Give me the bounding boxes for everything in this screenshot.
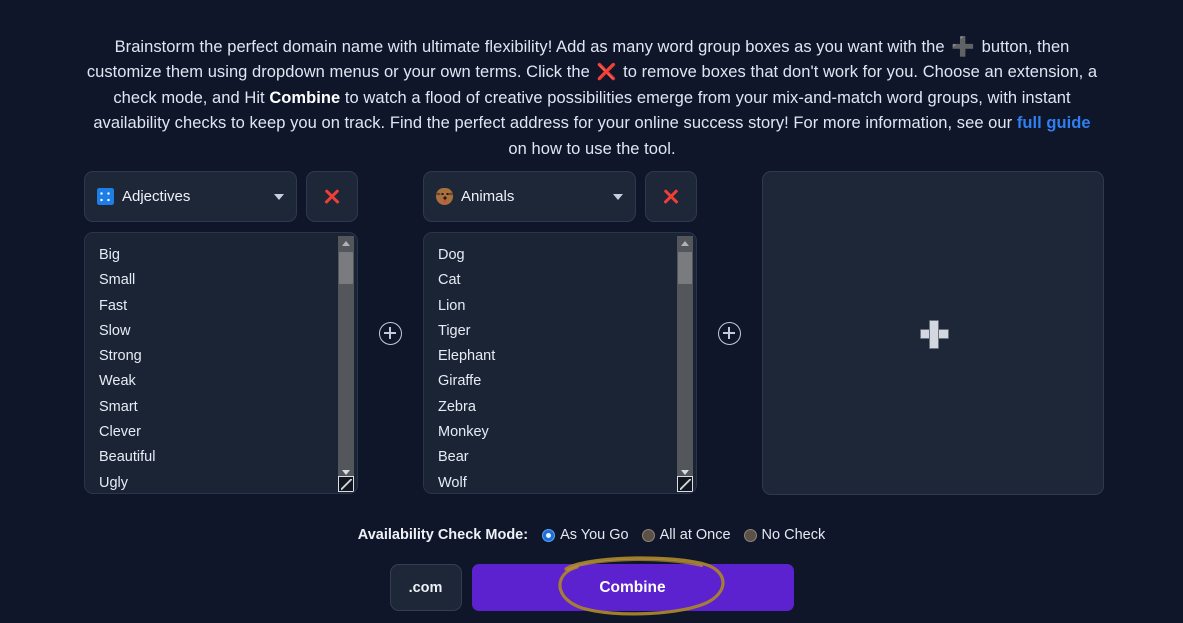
word-item: Smart: [99, 398, 138, 415]
radio-no-check-input[interactable]: [743, 528, 757, 542]
extension-select[interactable]: .com: [389, 564, 462, 611]
remove-group-2-button[interactable]: [645, 171, 697, 222]
word-item: Big: [99, 247, 120, 263]
word-item: Tiger: [438, 322, 471, 339]
word-item: Slow: [99, 322, 131, 339]
word-item: Bear: [438, 449, 469, 466]
radio-no-check[interactable]: No Check: [743, 527, 826, 543]
resize-handle-2[interactable]: [677, 476, 693, 492]
insert-group-after-1[interactable]: [358, 171, 423, 495]
word-list-1-content: Big Small Fast Slow Strong Weak Smart Cl…: [85, 233, 335, 493]
word-item: Ugly: [99, 474, 129, 491]
word-list-textarea-2[interactable]: Dog Cat Lion Tiger Elephant Giraffe Zebr…: [423, 232, 697, 494]
word-item: Monkey: [438, 424, 489, 441]
radio-all-at-once-input[interactable]: [641, 528, 655, 542]
remove-group-1-button[interactable]: [306, 171, 358, 222]
radio-as-you-go-label: As You Go: [560, 527, 629, 543]
category-select-2-value: Animals: [461, 188, 515, 205]
abc-blue-square-icon: [97, 188, 114, 205]
word-item: Strong: [99, 348, 142, 365]
dog-face-icon: [436, 188, 453, 205]
word-item: Clever: [99, 424, 141, 441]
plus-icon[interactable]: [919, 319, 949, 349]
radio-all-at-once[interactable]: All at Once: [641, 527, 731, 543]
x-icon: ❌: [596, 64, 617, 81]
radio-no-check-label: No Check: [761, 527, 826, 543]
intro-text-part-1: Brainstorm the perfect domain name with …: [114, 37, 945, 56]
action-row: .com Combine: [0, 564, 1183, 611]
word-item: Zebra: [438, 398, 476, 415]
word-group-1-header: Adjectives: [84, 171, 358, 222]
intro-bold-combine: Combine: [269, 88, 341, 107]
word-item: Lion: [438, 297, 466, 314]
circle-plus-icon[interactable]: [718, 321, 741, 345]
word-item: Giraffe: [438, 373, 482, 390]
radio-all-at-once-label: All at Once: [659, 527, 731, 543]
chevron-down-icon: [274, 193, 284, 200]
radio-as-you-go[interactable]: As You Go: [542, 527, 629, 543]
word-item: Wolf: [438, 474, 467, 491]
word-item: Weak: [99, 373, 136, 390]
category-select-2[interactable]: Animals: [423, 171, 636, 222]
circle-plus-icon[interactable]: [379, 321, 402, 345]
resize-handle-1[interactable]: [338, 476, 354, 492]
radio-as-you-go-input[interactable]: [542, 528, 556, 542]
word-item: Small: [99, 272, 136, 289]
x-icon: [323, 188, 341, 206]
word-list-2-content: Dog Cat Lion Tiger Elephant Giraffe Zebr…: [424, 233, 674, 493]
word-list-textarea-1[interactable]: Big Small Fast Slow Strong Weak Smart Cl…: [84, 232, 358, 494]
word-group-1: Adjectives Big Small Fast Slow Strong We…: [84, 171, 358, 494]
scrollbar-thumb[interactable]: [339, 252, 353, 284]
full-guide-link[interactable]: full guide: [1017, 114, 1091, 132]
scroll-up-arrow-icon[interactable]: [677, 236, 693, 250]
word-group-2: Animals Dog Cat Lion Tiger Elephant Gira…: [423, 171, 697, 494]
scroll-up-arrow-icon[interactable]: [338, 236, 354, 250]
intro-text-part-5: on how to use the tool.: [508, 139, 676, 158]
domain-brainstorm-tool: Brainstorm the perfect domain name with …: [0, 0, 1183, 623]
word-item: Beautiful: [99, 449, 156, 466]
combine-button[interactable]: Combine: [471, 564, 794, 611]
availability-check-mode-label: Availability Check Mode:: [357, 527, 529, 543]
scrollbar-1[interactable]: [338, 236, 354, 479]
word-item: Fast: [99, 297, 128, 314]
plus-icon: ➕: [951, 36, 975, 58]
add-word-group-box[interactable]: [762, 171, 1104, 495]
scrollbar-thumb[interactable]: [678, 252, 692, 284]
scrollbar-2[interactable]: [677, 236, 693, 479]
word-item: Elephant: [438, 348, 496, 365]
word-groups-row: Adjectives Big Small Fast Slow Strong We…: [84, 171, 1104, 495]
availability-check-mode-row: Availability Check Mode: As You Go All a…: [0, 527, 1183, 543]
x-icon: [662, 188, 680, 206]
insert-group-after-2[interactable]: [697, 171, 762, 495]
category-select-1[interactable]: Adjectives: [84, 171, 297, 222]
intro-paragraph: Brainstorm the perfect domain name with …: [84, 35, 1100, 163]
word-item: Dog: [438, 247, 465, 263]
chevron-down-icon: [613, 193, 623, 200]
word-group-2-header: Animals: [423, 171, 697, 222]
word-item: Cat: [438, 272, 461, 289]
category-select-1-value: Adjectives: [122, 188, 191, 205]
